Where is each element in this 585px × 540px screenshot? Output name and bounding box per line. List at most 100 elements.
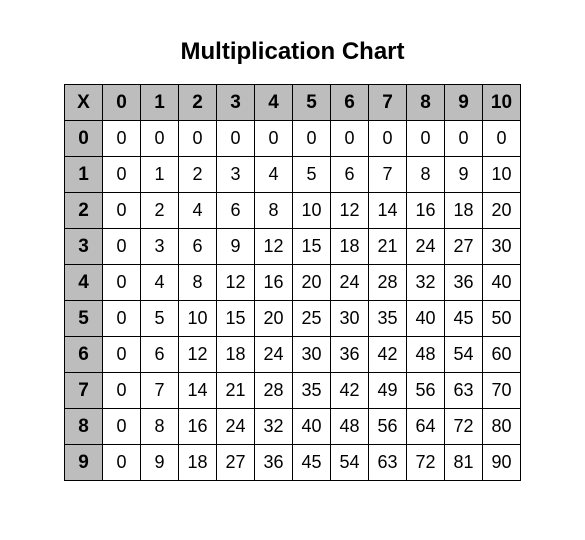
cell: 45 bbox=[293, 445, 331, 481]
cell: 56 bbox=[407, 373, 445, 409]
col-header: 2 bbox=[179, 85, 217, 121]
cell: 10 bbox=[293, 193, 331, 229]
cell: 48 bbox=[407, 337, 445, 373]
col-header: 5 bbox=[293, 85, 331, 121]
cell: 64 bbox=[407, 409, 445, 445]
cell: 9 bbox=[141, 445, 179, 481]
row-header: 2 bbox=[65, 193, 103, 229]
cell: 35 bbox=[369, 301, 407, 337]
cell: 60 bbox=[483, 337, 521, 373]
table-head: X012345678910 bbox=[65, 85, 521, 121]
cell: 4 bbox=[141, 265, 179, 301]
cell: 36 bbox=[331, 337, 369, 373]
cell: 30 bbox=[293, 337, 331, 373]
cell: 3 bbox=[141, 229, 179, 265]
cell: 0 bbox=[483, 121, 521, 157]
cell: 16 bbox=[179, 409, 217, 445]
cell: 50 bbox=[483, 301, 521, 337]
cell: 8 bbox=[407, 157, 445, 193]
col-header: 3 bbox=[217, 85, 255, 121]
cell: 0 bbox=[103, 301, 141, 337]
cell: 27 bbox=[445, 229, 483, 265]
col-header: 9 bbox=[445, 85, 483, 121]
cell: 18 bbox=[445, 193, 483, 229]
cell: 24 bbox=[407, 229, 445, 265]
cell: 10 bbox=[179, 301, 217, 337]
cell: 36 bbox=[445, 265, 483, 301]
cell: 0 bbox=[103, 265, 141, 301]
cell: 30 bbox=[331, 301, 369, 337]
cell: 54 bbox=[331, 445, 369, 481]
cell: 63 bbox=[445, 373, 483, 409]
cell: 4 bbox=[255, 157, 293, 193]
cell: 15 bbox=[293, 229, 331, 265]
cell: 6 bbox=[179, 229, 217, 265]
cell: 32 bbox=[407, 265, 445, 301]
cell: 32 bbox=[255, 409, 293, 445]
cell: 0 bbox=[293, 121, 331, 157]
cell: 4 bbox=[179, 193, 217, 229]
col-header: 4 bbox=[255, 85, 293, 121]
cell: 54 bbox=[445, 337, 483, 373]
cell: 2 bbox=[179, 157, 217, 193]
cell: 80 bbox=[483, 409, 521, 445]
cell: 0 bbox=[369, 121, 407, 157]
table-row: 202468101214161820 bbox=[65, 193, 521, 229]
cell: 16 bbox=[255, 265, 293, 301]
cell: 24 bbox=[217, 409, 255, 445]
chart-title: Multiplication Chart bbox=[181, 38, 405, 66]
cell: 42 bbox=[331, 373, 369, 409]
table-row: 1012345678910 bbox=[65, 157, 521, 193]
table-row: 505101520253035404550 bbox=[65, 301, 521, 337]
cell: 40 bbox=[483, 265, 521, 301]
cell: 18 bbox=[331, 229, 369, 265]
cell: 12 bbox=[331, 193, 369, 229]
cell: 0 bbox=[103, 445, 141, 481]
cell: 0 bbox=[103, 193, 141, 229]
cell: 1 bbox=[141, 157, 179, 193]
table-row: 40481216202428323640 bbox=[65, 265, 521, 301]
cell: 0 bbox=[103, 409, 141, 445]
table-row: 606121824303642485460 bbox=[65, 337, 521, 373]
cell: 0 bbox=[179, 121, 217, 157]
cell: 14 bbox=[179, 373, 217, 409]
cell: 45 bbox=[445, 301, 483, 337]
cell: 0 bbox=[103, 229, 141, 265]
cell: 14 bbox=[369, 193, 407, 229]
cell: 6 bbox=[141, 337, 179, 373]
cell: 24 bbox=[255, 337, 293, 373]
cell: 40 bbox=[407, 301, 445, 337]
cell: 10 bbox=[483, 157, 521, 193]
table-row: 909182736455463728190 bbox=[65, 445, 521, 481]
row-header: 7 bbox=[65, 373, 103, 409]
cell: 0 bbox=[331, 121, 369, 157]
cell: 18 bbox=[179, 445, 217, 481]
col-header: 7 bbox=[369, 85, 407, 121]
row-header: 8 bbox=[65, 409, 103, 445]
cell: 9 bbox=[217, 229, 255, 265]
cell: 0 bbox=[103, 121, 141, 157]
cell: 0 bbox=[103, 157, 141, 193]
table-row: 000000000000 bbox=[65, 121, 521, 157]
cell: 20 bbox=[255, 301, 293, 337]
cell: 2 bbox=[141, 193, 179, 229]
col-header: 0 bbox=[103, 85, 141, 121]
cell: 5 bbox=[141, 301, 179, 337]
col-header: 8 bbox=[407, 85, 445, 121]
cell: 24 bbox=[331, 265, 369, 301]
cell: 0 bbox=[255, 121, 293, 157]
cell: 49 bbox=[369, 373, 407, 409]
row-header: 5 bbox=[65, 301, 103, 337]
cell: 28 bbox=[369, 265, 407, 301]
cell: 5 bbox=[293, 157, 331, 193]
table-row: 707142128354249566370 bbox=[65, 373, 521, 409]
cell: 25 bbox=[293, 301, 331, 337]
cell: 7 bbox=[141, 373, 179, 409]
row-header: 6 bbox=[65, 337, 103, 373]
col-header: 10 bbox=[483, 85, 521, 121]
cell: 0 bbox=[217, 121, 255, 157]
cell: 16 bbox=[407, 193, 445, 229]
table-body: 0000000000001012345678910202468101214161… bbox=[65, 121, 521, 481]
cell: 6 bbox=[331, 157, 369, 193]
cell: 56 bbox=[369, 409, 407, 445]
